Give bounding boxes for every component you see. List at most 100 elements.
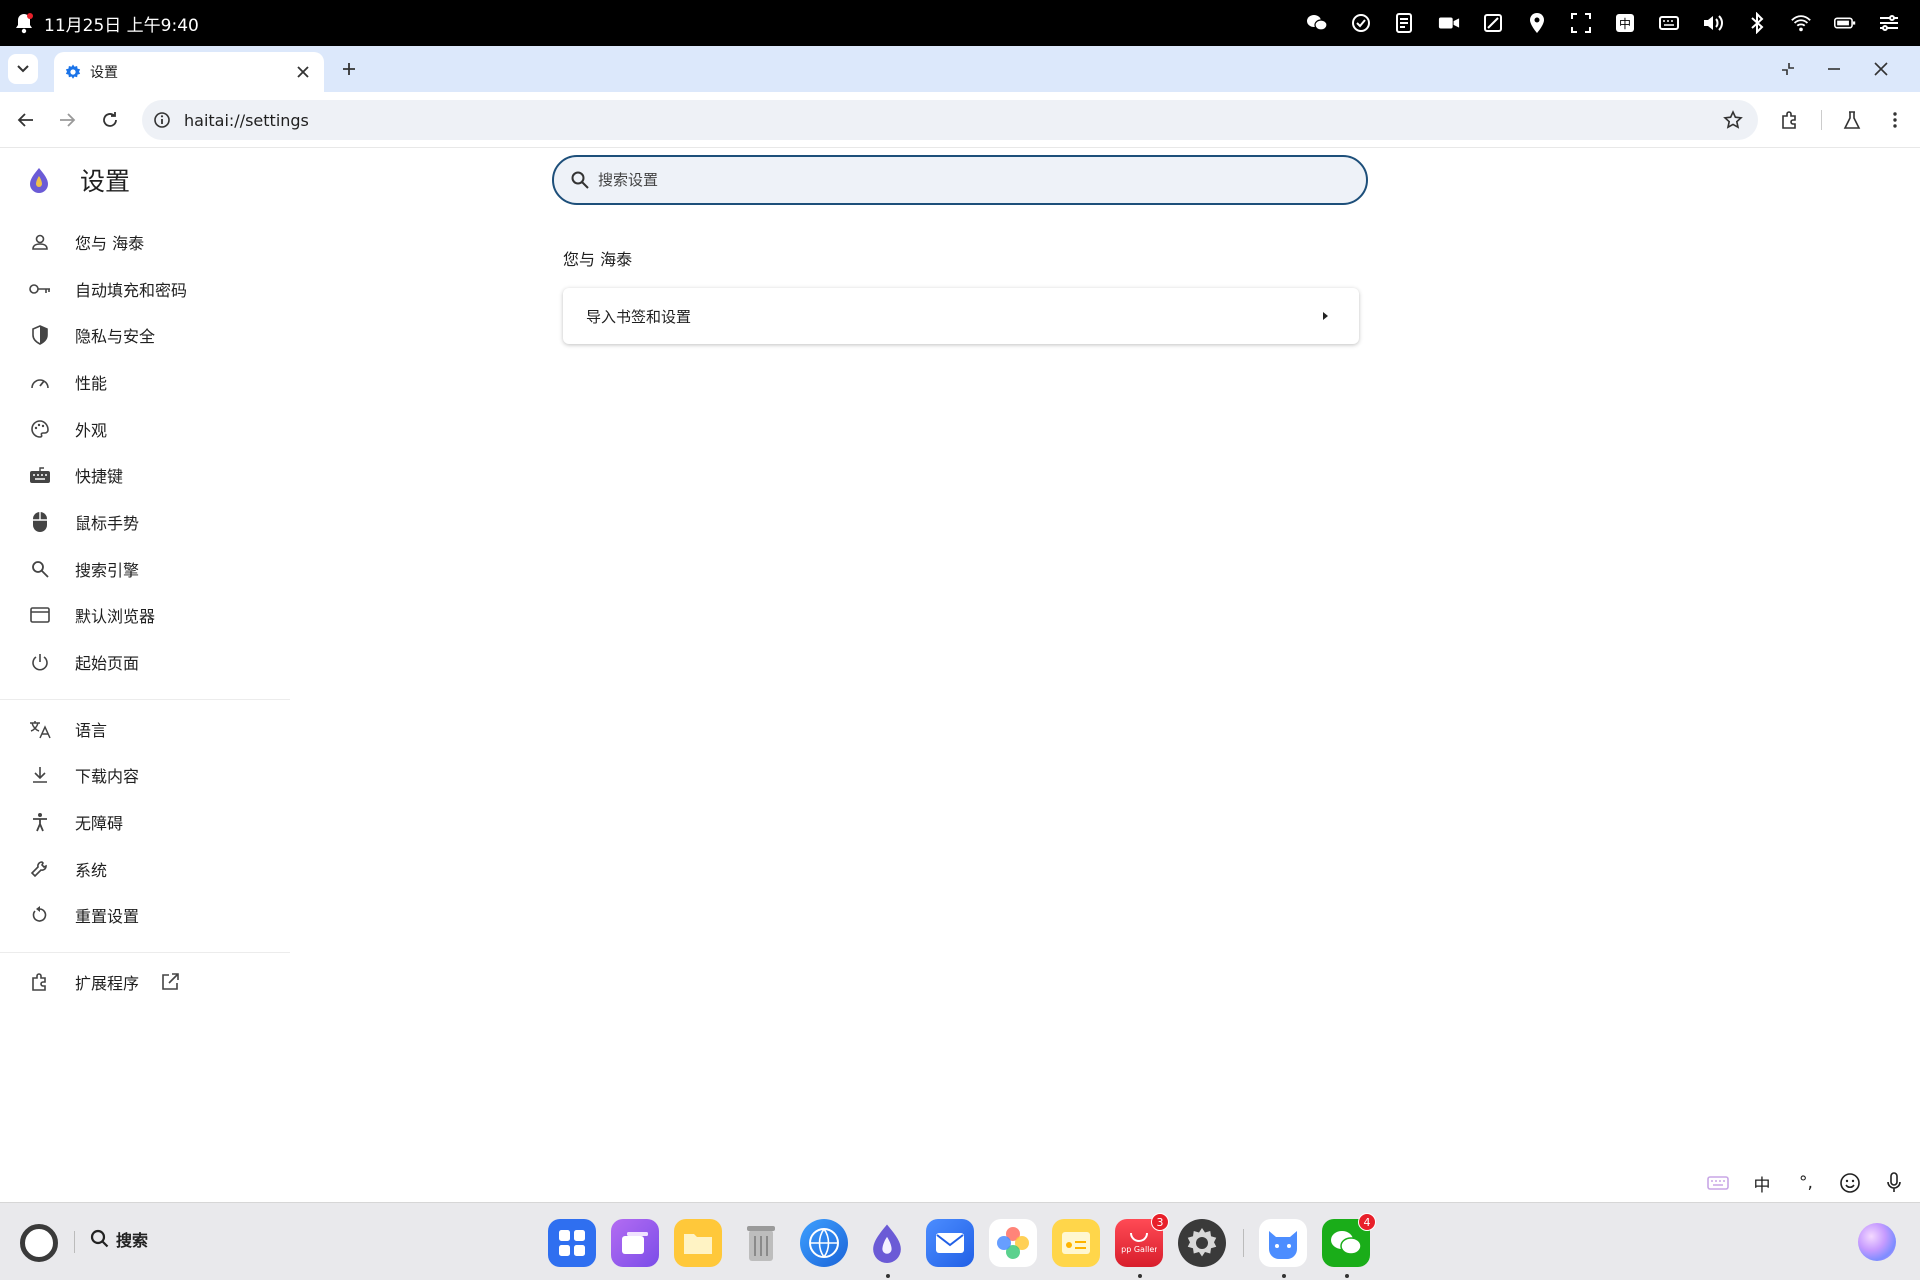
- mail-app[interactable]: [926, 1219, 974, 1267]
- app-gallery-app[interactable]: App Gallery 3: [1115, 1213, 1169, 1267]
- app-launcher-app[interactable]: [548, 1219, 596, 1267]
- battery-icon[interactable]: [1834, 12, 1856, 34]
- dock-divider: [1243, 1229, 1244, 1257]
- files-app[interactable]: [674, 1219, 722, 1267]
- ime-punctuation-toggle[interactable]: °,: [1794, 1171, 1818, 1195]
- trash-app[interactable]: [737, 1219, 785, 1267]
- sidebar-item-default-browser[interactable]: 默认浏览器: [0, 595, 300, 635]
- import-bookmarks-row[interactable]: 导入书签和设置: [563, 288, 1359, 344]
- taskbar-search-button[interactable]: 搜索: [90, 1227, 148, 1251]
- sidebar-item-label: 自动填充和密码: [75, 281, 188, 300]
- sidebar-item-you-and-haitai[interactable]: 您与 海泰: [0, 222, 300, 262]
- download-icon: [28, 763, 52, 787]
- sidebar-item-extensions[interactable]: 扩展程序: [0, 962, 300, 1002]
- labs-button[interactable]: [1838, 106, 1866, 134]
- sidebar-item-performance[interactable]: 性能: [0, 362, 300, 402]
- sidebar-item-label: 下载内容: [75, 767, 140, 786]
- screenshot-icon[interactable]: [1482, 12, 1504, 34]
- sidebar-item-label: 隐私与安全: [75, 327, 156, 346]
- new-tab-button[interactable]: [337, 57, 361, 81]
- sidebar-item-shortcuts[interactable]: 快捷键: [0, 455, 300, 495]
- control-center-icon[interactable]: [1878, 12, 1900, 34]
- photos-app[interactable]: [989, 1219, 1037, 1267]
- sidebar-item-label: 系统: [75, 861, 108, 880]
- sidebar-item-label: 快捷键: [75, 467, 124, 486]
- mail-icon: [936, 1233, 964, 1253]
- reload-button[interactable]: [96, 106, 124, 134]
- flower-icon: [997, 1227, 1029, 1259]
- sidebar-item-autofill[interactable]: 自动填充和密码: [0, 269, 300, 309]
- sidebar-item-language[interactable]: 语言: [0, 709, 300, 749]
- settings-search-input[interactable]: [598, 171, 1298, 189]
- shopping-bag-icon: App Gallery: [1121, 1232, 1157, 1254]
- sidebar-item-appearance[interactable]: 外观: [0, 409, 300, 449]
- notification-bell-icon[interactable]: [14, 12, 34, 34]
- browser-menu-button[interactable]: [1881, 106, 1909, 134]
- sidebar-item-mouse-gestures[interactable]: 鼠标手势: [0, 502, 300, 542]
- wechat-app[interactable]: 4: [1322, 1213, 1376, 1267]
- haitai-browser-app[interactable]: [863, 1219, 911, 1267]
- address-bar[interactable]: haitai://settings: [142, 100, 1758, 140]
- back-button[interactable]: [12, 106, 40, 134]
- wifi-icon[interactable]: [1790, 12, 1812, 34]
- notes-icon[interactable]: [1394, 12, 1416, 34]
- arrow-right-icon: [60, 113, 76, 127]
- import-bookmarks-label: 导入书签和设置: [586, 307, 692, 326]
- wechat-status-icon[interactable]: [1306, 12, 1328, 34]
- browser-app[interactable]: [800, 1219, 848, 1267]
- bluetooth-icon[interactable]: [1746, 12, 1768, 34]
- forward-button[interactable]: [53, 106, 81, 134]
- start-button[interactable]: [20, 1224, 58, 1262]
- browser-toolbar: haitai://settings: [0, 92, 1920, 148]
- microphone-icon[interactable]: [1882, 1171, 1906, 1195]
- tab-list-button[interactable]: [8, 54, 38, 84]
- ime-language-toggle[interactable]: 中: [1750, 1171, 1774, 1196]
- ime-toolbar: 中 °,: [1706, 1168, 1906, 1198]
- camera-icon[interactable]: [1438, 12, 1460, 34]
- keyboard-status-icon[interactable]: [1658, 12, 1680, 34]
- settings-search-box[interactable]: [552, 155, 1368, 205]
- sidebar-item-accessibility[interactable]: 无障碍: [0, 802, 300, 842]
- tab-close-button[interactable]: [292, 61, 314, 83]
- minimize-window-button[interactable]: [1822, 57, 1846, 81]
- extensions-button[interactable]: [1776, 106, 1804, 134]
- sidebar-item-privacy[interactable]: 隐私与安全: [0, 315, 300, 355]
- input-method-icon[interactable]: 中: [1614, 12, 1636, 34]
- status-datetime: 11月25日 上午9:40: [44, 15, 199, 36]
- search-icon: [28, 557, 52, 581]
- restore-window-button[interactable]: [1776, 57, 1800, 81]
- sidebar-item-system[interactable]: 系统: [0, 849, 300, 889]
- globe-icon: [809, 1228, 839, 1258]
- settings-app[interactable]: [1178, 1219, 1226, 1267]
- volume-icon[interactable]: [1702, 12, 1724, 34]
- sidebar-item-startup-page[interactable]: 起始页面: [0, 642, 300, 682]
- accessibility-icon: [28, 810, 52, 834]
- toolbar-divider: [1821, 110, 1822, 130]
- sidebar-item-downloads[interactable]: 下载内容: [0, 755, 300, 795]
- site-info-icon[interactable]: [152, 110, 172, 130]
- search-icon: [571, 171, 589, 189]
- sidebar-item-label: 无障碍: [75, 814, 124, 833]
- notes-app[interactable]: [1052, 1219, 1100, 1267]
- sidebar-item-search-engine[interactable]: 搜索引擎: [0, 549, 300, 589]
- close-window-button[interactable]: [1869, 57, 1893, 81]
- tab-settings[interactable]: 设置: [54, 52, 324, 92]
- ai-assist-icon[interactable]: [1350, 12, 1372, 34]
- multitask-app[interactable]: [611, 1219, 659, 1267]
- ime-keyboard-icon[interactable]: [1706, 1171, 1730, 1195]
- sidebar-item-reset[interactable]: 重置设置: [0, 895, 300, 935]
- emoji-icon[interactable]: [1838, 1171, 1862, 1195]
- taskbar-search-label: 搜索: [116, 1231, 149, 1250]
- keyboard-icon: [28, 463, 52, 487]
- notification-badge: 4: [1358, 1213, 1376, 1231]
- sidebar-item-label: 默认浏览器: [75, 607, 156, 626]
- location-icon[interactable]: [1526, 12, 1548, 34]
- chevron-down-icon: [17, 65, 29, 73]
- ai-assistant-orb[interactable]: [1858, 1223, 1896, 1261]
- running-indicator: [1138, 1274, 1142, 1278]
- tab-strip: 设置: [0, 46, 1920, 92]
- close-icon: [297, 66, 309, 78]
- assistant-cat-app[interactable]: [1259, 1219, 1307, 1267]
- screen-capture-icon[interactable]: [1570, 12, 1592, 34]
- bookmark-star-icon[interactable]: [1722, 109, 1744, 131]
